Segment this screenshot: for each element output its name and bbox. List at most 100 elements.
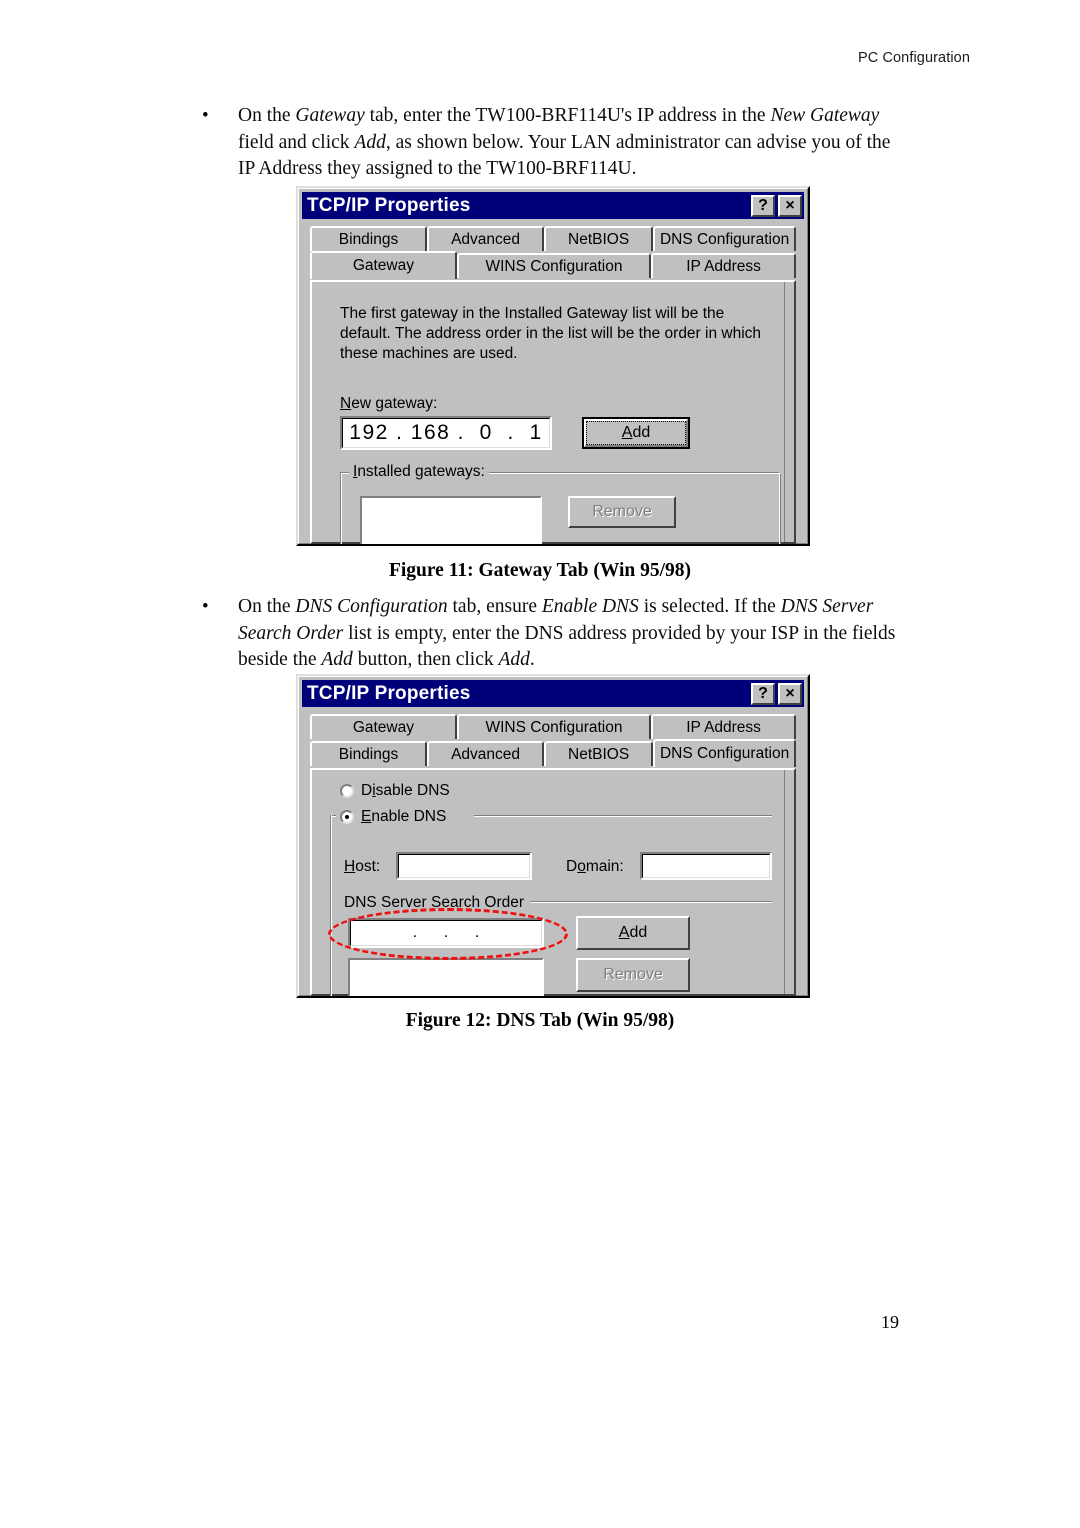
tab-advanced[interactable]: Advanced bbox=[427, 226, 545, 251]
bullet-text: On the Gateway tab, enter the TW100-BRF1… bbox=[238, 103, 908, 183]
bullet-marker: • bbox=[202, 596, 209, 617]
plain-text: On the bbox=[238, 105, 296, 126]
dns-search-order-group-line bbox=[530, 901, 772, 903]
tab-row-bottom: Gateway WINS Configuration IP Address bbox=[310, 251, 796, 279]
tab-label: NetBIOS bbox=[568, 745, 630, 763]
page-number: 19 bbox=[881, 1312, 899, 1332]
tab-label: Advanced bbox=[451, 230, 521, 248]
dialog-titlebar: TCP/IP Properties ? × bbox=[302, 680, 804, 707]
tab-gateway[interactable]: Gateway bbox=[310, 714, 457, 739]
gateway-description: The first gateway in the Installed Gatew… bbox=[340, 305, 762, 362]
tab-page-gateway: The first gateway in the Installed Gatew… bbox=[310, 280, 796, 544]
close-icon[interactable]: × bbox=[778, 194, 802, 217]
dns-search-order-label: DNS Server Search Order bbox=[344, 894, 525, 911]
radio-disable-dns-label: Disable DNS bbox=[361, 782, 450, 799]
plain-text: tab, enter the TW100-BRF114U's IP addres… bbox=[364, 105, 771, 126]
plain-text: . bbox=[529, 649, 535, 670]
emphasis-text: Add bbox=[321, 649, 353, 670]
tab-bindings[interactable]: Bindings bbox=[310, 741, 428, 766]
tab-ip-address[interactable]: IP Address bbox=[651, 714, 796, 739]
tab-label: DNS Configuration bbox=[659, 230, 790, 248]
emphasis-text: Add bbox=[498, 649, 530, 670]
tab-wins-configuration[interactable]: WINS Configuration bbox=[456, 714, 652, 739]
tabstrip: Bindings Advanced NetBIOS DNS Configuration… bbox=[310, 226, 796, 279]
figure-caption-12: Figure 12: DNS Tab (Win 95/98) bbox=[405, 1010, 675, 1031]
domain-value bbox=[642, 854, 770, 878]
close-icon[interactable]: × bbox=[778, 682, 802, 705]
radio-dot-icon bbox=[340, 784, 354, 798]
dialog-title: TCP/IP Properties bbox=[307, 682, 471, 704]
enable-dns-group-left-edge bbox=[330, 815, 332, 996]
tab-label: IP Address bbox=[686, 257, 761, 275]
domain-label: Domain: bbox=[566, 858, 624, 875]
tab-label: Bindings bbox=[338, 745, 399, 763]
tab-netbios[interactable]: NetBIOS bbox=[544, 741, 654, 766]
installed-gateways-label: Installed gateways: bbox=[349, 463, 489, 481]
tab-label: Bindings bbox=[338, 230, 399, 248]
tab-advanced[interactable]: Advanced bbox=[427, 741, 545, 766]
tab-ip-address[interactable]: IP Address bbox=[651, 253, 796, 278]
host-label: Host: bbox=[344, 858, 381, 875]
add-dns-button-label: Add bbox=[618, 924, 648, 941]
dialog-right-edge bbox=[784, 282, 794, 542]
tcpip-properties-dialog-dns[interactable]: TCP/IP Properties ? × Gateway WINS Config… bbox=[296, 674, 810, 998]
tab-netbios[interactable]: NetBIOS bbox=[544, 226, 654, 251]
remove-dns-button[interactable]: Remove bbox=[576, 958, 690, 992]
bullet-text: On the DNS Configuration tab, ensure Ena… bbox=[238, 594, 908, 674]
tab-gateway[interactable]: Gateway bbox=[310, 251, 457, 279]
tab-label: IP Address bbox=[686, 718, 761, 736]
help-icon[interactable]: ? bbox=[751, 194, 775, 217]
tab-wins-configuration[interactable]: WINS Configuration bbox=[456, 253, 652, 278]
help-icon[interactable]: ? bbox=[751, 682, 775, 705]
tcpip-properties-dialog-gateway[interactable]: TCP/IP Properties ? × Bindings Advanced Ne… bbox=[296, 186, 810, 546]
tab-row-top: Bindings Advanced NetBIOS DNS Configuration bbox=[310, 226, 796, 251]
emphasis-text: DNS Configuration bbox=[295, 596, 448, 617]
tab-label: DNS Configuration bbox=[659, 745, 790, 762]
tab-row-top: Gateway WINS Configuration IP Address bbox=[310, 714, 796, 739]
add-gateway-button[interactable]: Add bbox=[582, 417, 690, 449]
document-page: PC Configuration • On the Gateway tab, e… bbox=[0, 0, 1080, 1528]
dns-search-order-ip-field[interactable]: . . . bbox=[348, 918, 544, 948]
tab-label: Gateway bbox=[352, 257, 414, 274]
figure-caption-11: Figure 11: Gateway Tab (Win 95/98) bbox=[388, 560, 692, 581]
new-gateway-ip-field[interactable]: 192 . 168 . 0 . 1 bbox=[340, 416, 552, 450]
add-dns-button[interactable]: Add bbox=[576, 916, 690, 950]
host-input[interactable] bbox=[396, 852, 532, 880]
new-gateway-ip-value: 192 . 168 . 0 . 1 bbox=[349, 421, 543, 444]
tab-label: WINS Configuration bbox=[485, 718, 623, 736]
bullet-paragraph-dns: • On the DNS Configuration tab, ensure E… bbox=[196, 594, 908, 674]
host-value bbox=[398, 854, 530, 878]
radio-enable-dns-label: Enable DNS bbox=[361, 808, 447, 825]
tab-dns-configuration[interactable]: DNS Configuration bbox=[653, 226, 796, 251]
tab-dns-configuration[interactable]: DNS Configuration bbox=[653, 739, 796, 767]
plain-text: tab, ensure bbox=[447, 596, 542, 617]
emphasis-text: Add bbox=[354, 131, 386, 153]
dns-search-order-listbox[interactable] bbox=[348, 958, 544, 996]
emphasis-text: Gateway bbox=[295, 105, 365, 126]
radio-dot-icon bbox=[340, 810, 354, 824]
tab-row-bottom: Bindings Advanced NetBIOS DNS Configuration bbox=[310, 739, 796, 767]
plain-text: field and click bbox=[238, 131, 355, 153]
tab-page-dns: Disable DNS Enable DNS Host: Domain: DNS… bbox=[310, 768, 796, 996]
radio-enable-dns[interactable]: Enable DNS bbox=[340, 808, 446, 826]
enable-dns-group-line bbox=[474, 815, 772, 817]
tabstrip: Gateway WINS Configuration IP Address Bind… bbox=[310, 714, 796, 767]
radio-disable-dns[interactable]: Disable DNS bbox=[340, 782, 450, 800]
remove-dns-button-label: Remove bbox=[603, 966, 663, 983]
remove-gateway-button[interactable]: Remove bbox=[568, 496, 676, 528]
plain-text: button, then click bbox=[352, 649, 499, 670]
tab-label: NetBIOS bbox=[568, 230, 630, 248]
remove-gateway-button-label: Remove bbox=[592, 503, 652, 520]
plain-text: is selected. If the bbox=[638, 596, 781, 617]
new-gateway-label: New gateway: bbox=[340, 395, 438, 412]
tab-label: WINS Configuration bbox=[485, 257, 623, 275]
tab-label: Gateway bbox=[352, 718, 414, 736]
running-header: PC Configuration bbox=[857, 50, 970, 66]
dialog-title: TCP/IP Properties bbox=[307, 194, 471, 216]
dns-search-order-ip-value: . . . bbox=[412, 924, 480, 941]
domain-input[interactable] bbox=[640, 852, 772, 880]
emphasis-text: New Gateway bbox=[770, 105, 880, 126]
installed-gateways-listbox[interactable] bbox=[360, 496, 542, 544]
tab-bindings[interactable]: Bindings bbox=[310, 226, 428, 251]
plain-text: On the bbox=[238, 596, 296, 617]
